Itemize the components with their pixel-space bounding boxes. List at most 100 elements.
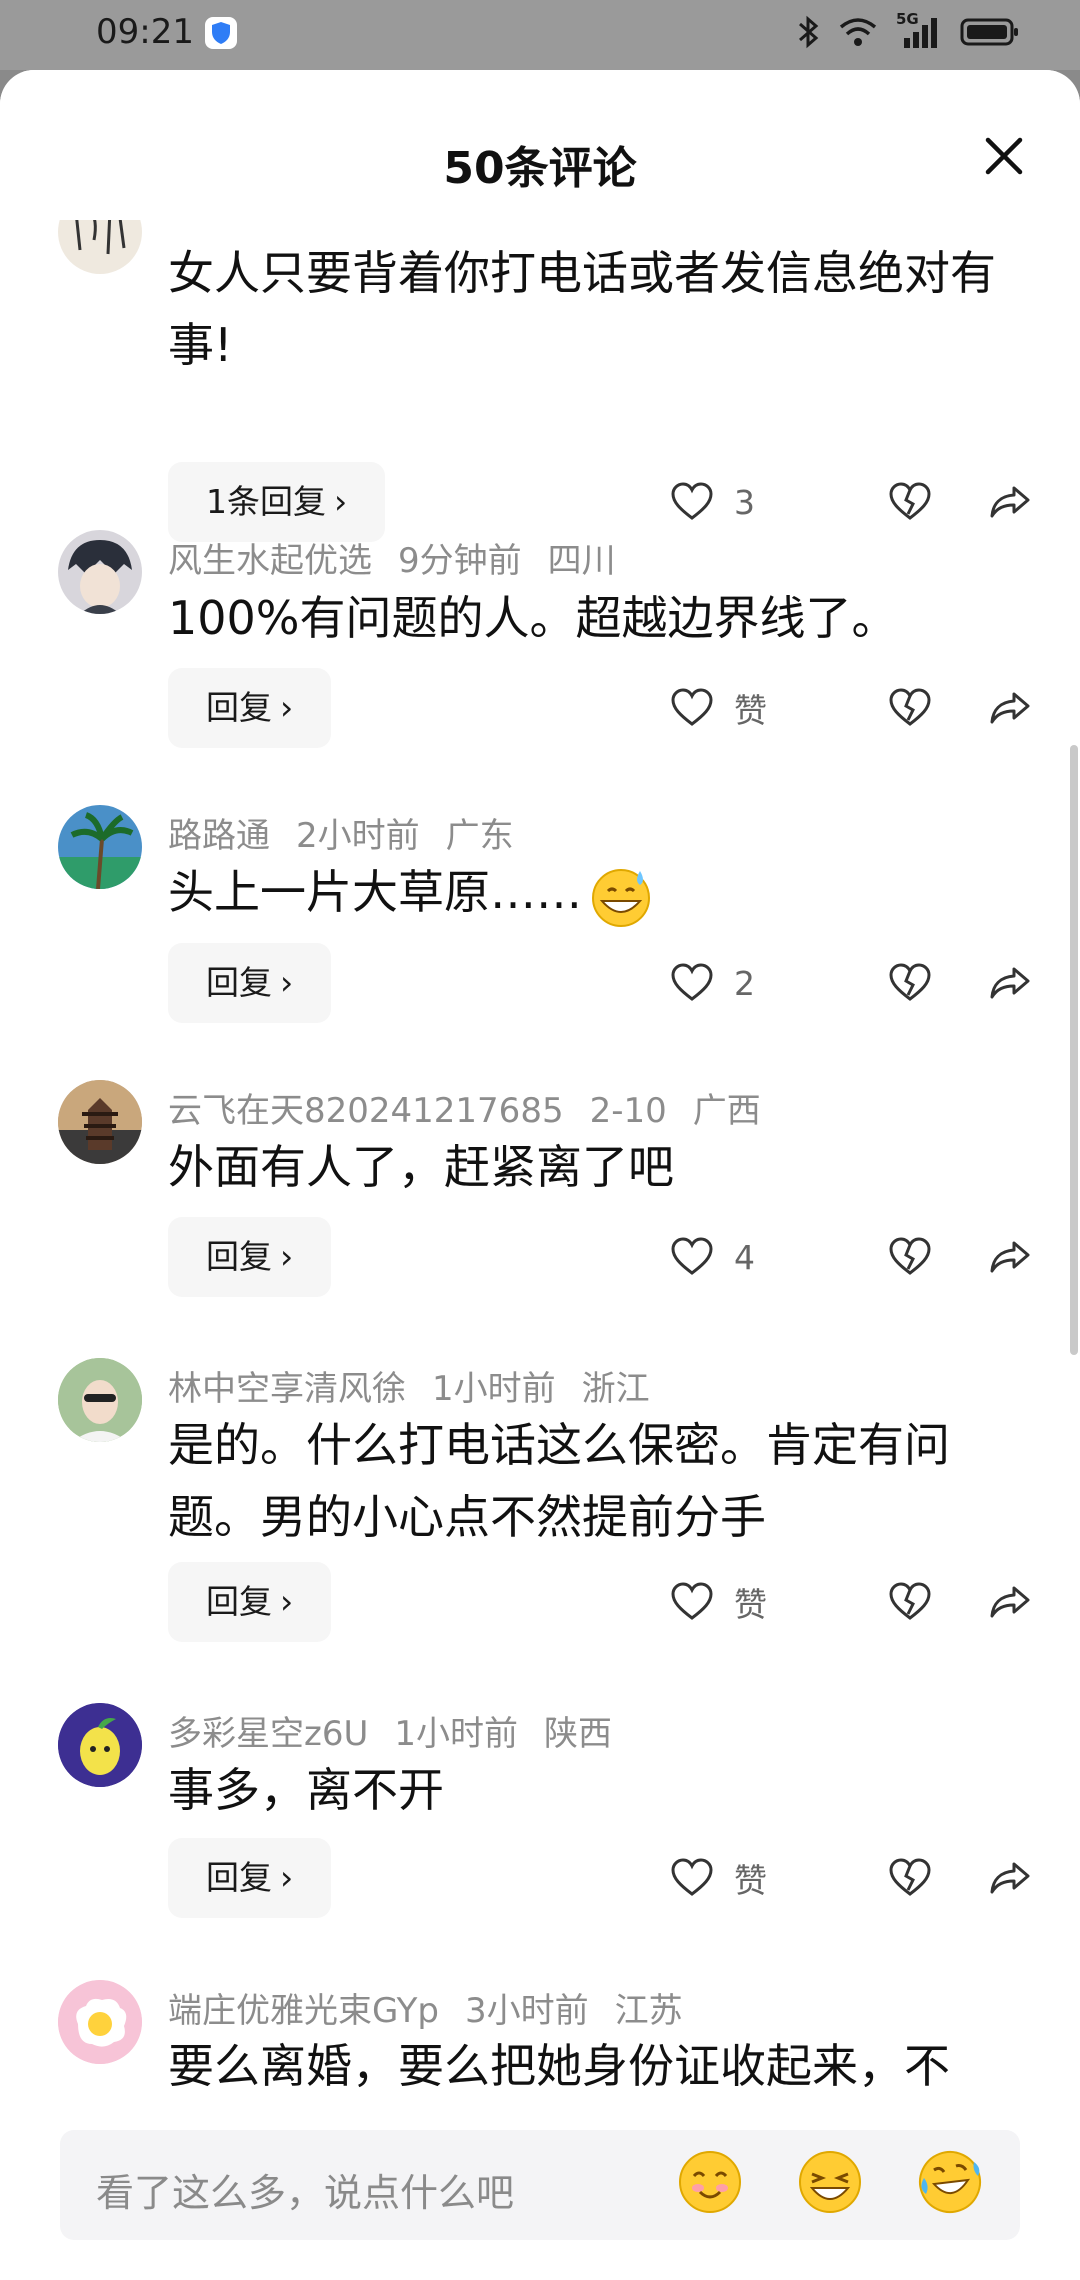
like-count: 赞 [734,1585,767,1624]
reply-button[interactable]: 回复 › [168,943,332,1023]
broken-heart-icon [889,1858,931,1896]
dislike-button[interactable] [880,1237,940,1277]
comment-actions: 4 [670,1217,1040,1297]
chevron-right-icon: › [280,1582,294,1621]
reply-button-label: 回复 [206,1237,272,1276]
heart-outline-icon [671,963,713,1001]
share-arrow-icon [990,967,1030,999]
comment-region: 浙江 [581,1369,650,1409]
comment-actions: 赞 [670,1838,1040,1918]
reply-button-label: 回复 [206,1858,272,1897]
dislike-button[interactable] [880,482,940,522]
comment-text: 要么离婚，要么把她身份证收起来，不 [168,2039,950,2093]
reply-button[interactable]: 回复 › [168,1217,332,1297]
share-button[interactable] [980,1582,1040,1622]
battery-icon [960,18,1018,46]
rofl-emoji-icon[interactable] [916,2148,984,2216]
comment-meta: 路路通 2小时前 广东 [168,808,540,857]
comments-sheet: 女人只要背着你打电话或者发信息绝对有事! 1条回复 › 3 风生水起优选 9分钟前四… [0,70,1080,2280]
like-count: 4 [734,1237,755,1277]
like-button[interactable]: 3 [670,482,840,522]
avatar[interactable] [58,1080,142,1164]
close-icon[interactable] [980,132,1028,180]
like-button[interactable]: 4 [670,1237,840,1277]
avatar[interactable] [58,1358,142,1442]
chevron-right-icon: › [280,688,294,727]
share-button[interactable] [980,1858,1040,1898]
comment-time: 1小时前 [432,1369,556,1409]
sheet-header: 50条评论 [0,70,1080,220]
status-time: 09:21 [96,12,194,52]
like-count: 赞 [734,1861,767,1900]
like-button[interactable]: 2 [670,963,840,1003]
username[interactable]: 云飞在天820241217685 [168,1091,564,1131]
share-arrow-icon [990,1862,1030,1894]
avatar[interactable] [58,530,142,614]
reply-button-label: 回复 [206,963,272,1002]
share-button[interactable] [980,482,1040,522]
comment-meta: 云飞在天820241217685 2-10 广西 [168,1083,787,1132]
comment-actions: 赞 [670,668,1040,748]
share-button[interactable] [980,1237,1040,1277]
username[interactable]: 路路通 [168,816,270,856]
heart-outline-icon [671,1582,713,1620]
share-arrow-icon [990,1586,1030,1618]
username[interactable]: 端庄优雅光束GYp [168,1991,439,2031]
reply-button-label: 1条回复 [206,482,326,521]
dislike-button[interactable] [880,1858,940,1898]
heart-outline-icon [671,688,713,726]
reply-button[interactable]: 1条回复 › [168,462,386,542]
comment-text: 女人只要背着你打电话或者发信息绝对有事! [168,246,996,372]
comment-region: 陕西 [544,1714,613,1754]
reply-button[interactable]: 回复 › [168,1562,332,1642]
laughing-emoji-icon[interactable] [796,2148,864,2216]
comment-text: 是的。什么打电话这么保密。肯定有问题。男的小心点不然提前分手 [168,1418,950,1544]
comment-meta: 端庄优雅光束GYp 3小时前 江苏 [168,1983,709,2032]
comment-region: 广东 [445,816,514,856]
avatar[interactable] [58,1703,142,1787]
heart-outline-icon [671,482,713,520]
comment-time: 2小时前 [296,816,420,856]
like-count: 赞 [734,691,767,730]
broken-heart-icon [889,688,931,726]
reply-button[interactable]: 回复 › [168,1838,332,1918]
dislike-button[interactable] [880,1582,940,1622]
broken-heart-icon [889,1582,931,1620]
comment-meta: 林中空享清风徐 1小时前 浙江 [168,1361,676,1410]
comments-title: 50条评论 [443,143,637,194]
username[interactable]: 风生水起优选 [168,541,372,581]
share-button[interactable] [980,963,1040,1003]
reply-button-label: 回复 [206,688,272,727]
comment-time: 1小时前 [394,1714,519,1754]
wifi-icon [839,18,877,46]
cellular-signal-icon: 5G [896,10,942,50]
chevron-right-icon: › [334,482,348,521]
reply-button-label: 回复 [206,1582,272,1621]
reply-button[interactable]: 回复 › [168,668,332,748]
avatar[interactable] [58,805,142,889]
broken-heart-icon [889,963,931,1001]
comment-input-placeholder[interactable]: 看了这么多，说点什么吧 [96,2162,514,2217]
like-button[interactable]: 赞 [670,684,840,732]
like-count: 3 [734,482,755,522]
scrollbar[interactable] [1070,745,1078,1355]
like-button[interactable]: 赞 [670,1578,840,1626]
smile-emoji-icon[interactable] [676,2148,744,2216]
chevron-right-icon: › [280,1858,294,1897]
dislike-button[interactable] [880,963,940,1003]
comment-text: 头上一片大草原…… [168,856,1008,929]
share-arrow-icon [990,486,1030,518]
like-button[interactable]: 赞 [670,1854,840,1902]
broken-heart-icon [889,482,931,520]
comment-region: 江苏 [614,1991,683,2031]
username[interactable]: 多彩星空z6U [168,1714,368,1754]
username[interactable]: 林中空享清风徐 [168,1369,406,1409]
heart-outline-icon [671,1237,713,1275]
avatar[interactable] [58,1980,142,2064]
chevron-right-icon: › [280,1237,294,1276]
dislike-button[interactable] [880,688,940,728]
share-button[interactable] [980,688,1040,728]
like-count: 2 [734,963,755,1003]
chevron-right-icon: › [280,963,294,1002]
comment-input-bar[interactable]: 看了这么多，说点什么吧 [60,2130,1020,2240]
